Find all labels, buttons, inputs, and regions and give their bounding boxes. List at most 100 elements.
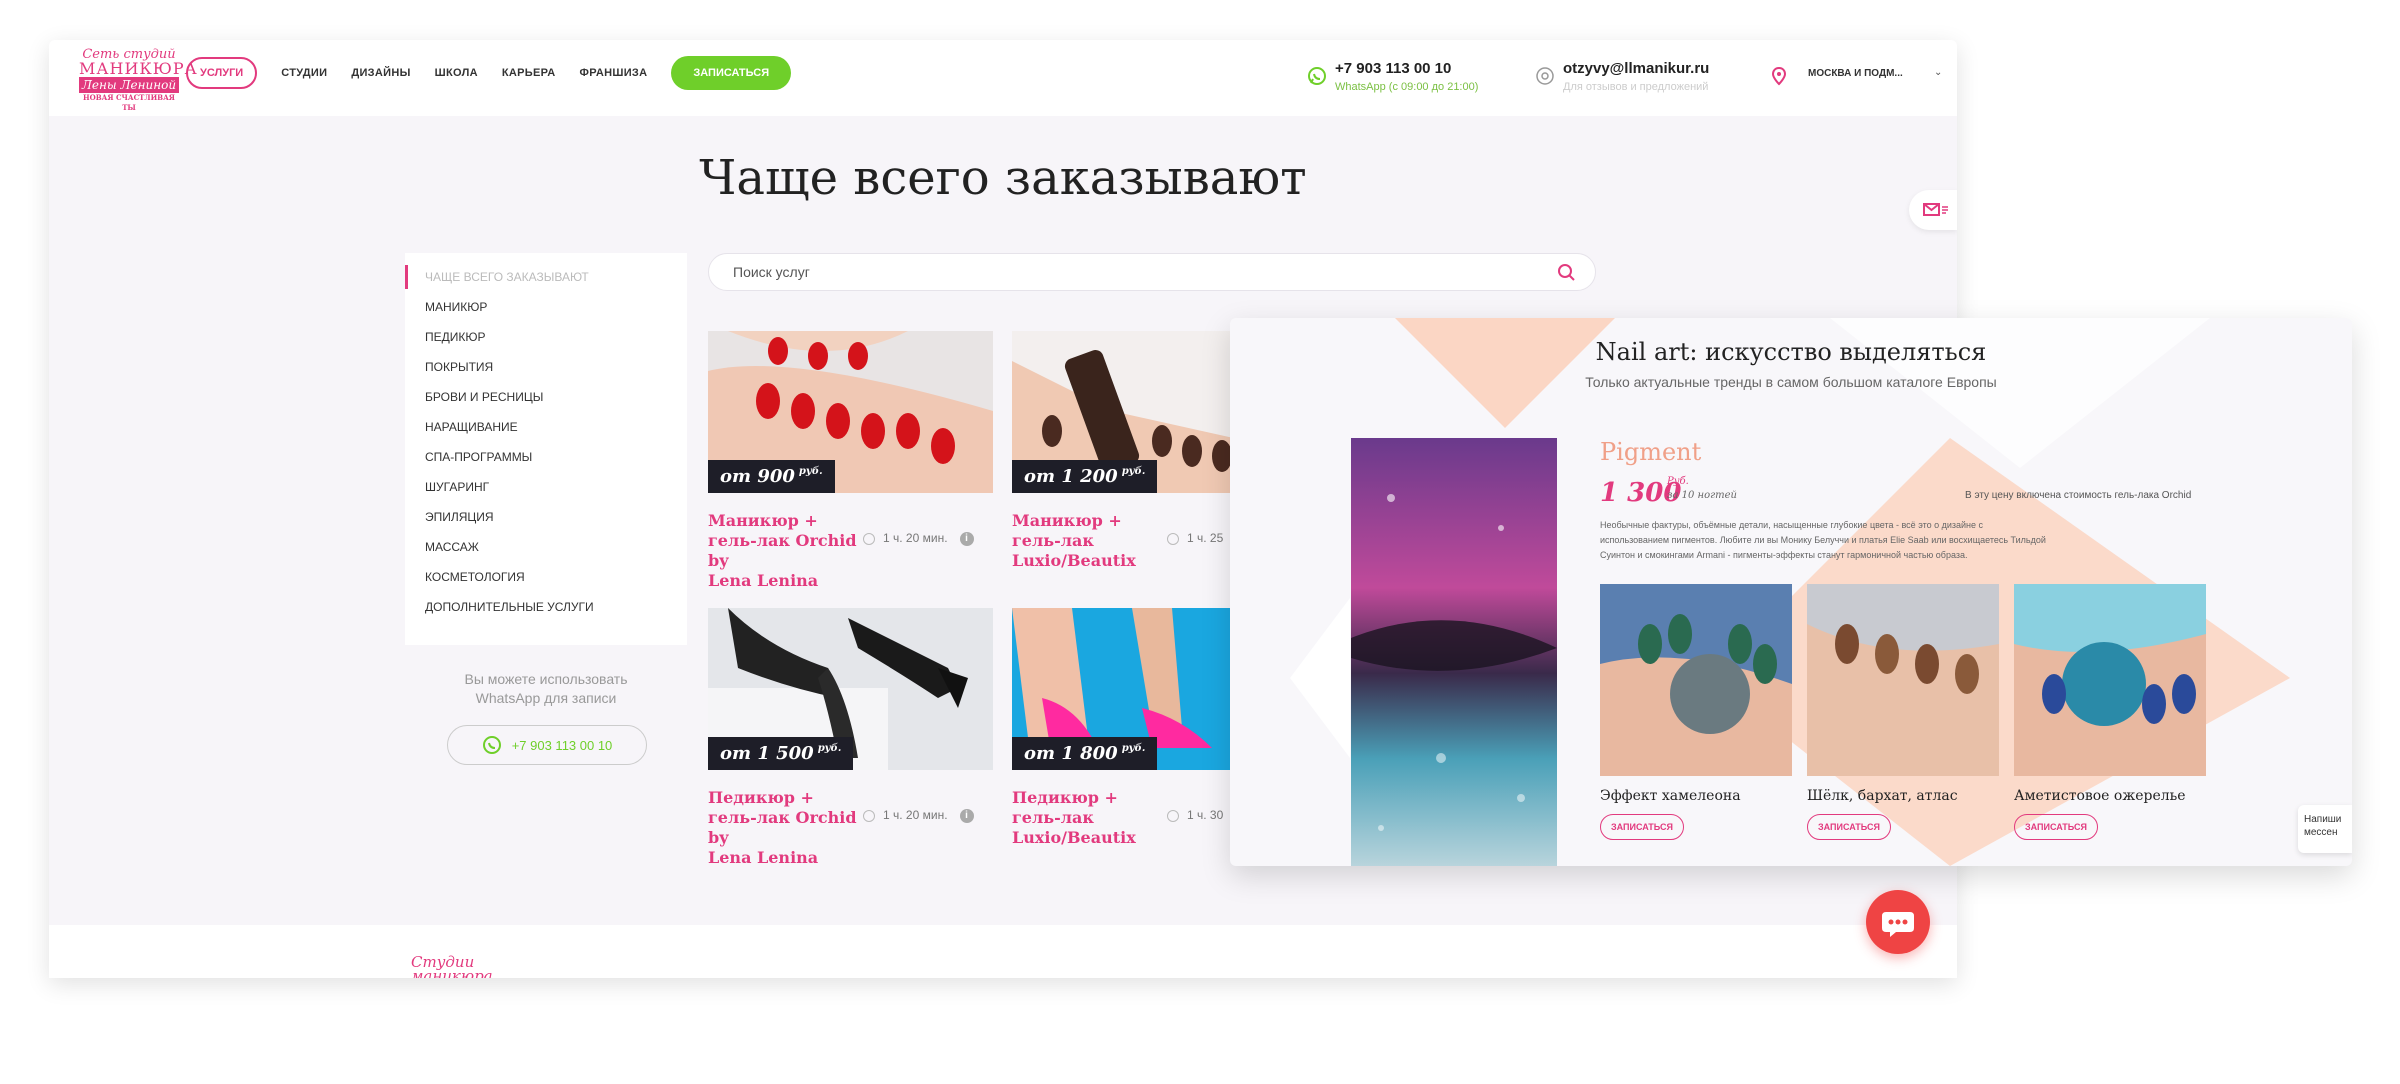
search-input[interactable] <box>731 263 1511 281</box>
whatsapp-icon <box>482 736 501 754</box>
design-image <box>1807 584 1999 776</box>
sidebar-item-sugaring[interactable]: ШУГАРИНГ <box>405 475 687 499</box>
logo-line3: Лены Лениной <box>79 77 179 93</box>
pigment-note: В эту цену включена стоимость гель-лака … <box>1965 490 2192 501</box>
glitter-eye-image <box>1351 438 1557 866</box>
email-icon <box>1536 67 1554 85</box>
nail-art-panel: Nail art: искусство выделяться Только ак… <box>1230 318 2352 866</box>
card-title[interactable]: Маникюр + гель-лак Luxio/Beautix <box>1012 511 1172 571</box>
whatsapp-button-label: +7 903 113 00 10 <box>511 737 613 753</box>
design-card[interactable]: Эффект хамелеона ЗАПИСАТЬСЯ <box>1600 584 1792 840</box>
logo[interactable]: Сеть студий МАНИКЮРА Лены Лениной НОВАЯ … <box>79 48 198 112</box>
pigment-currency: Руб. <box>1667 476 1689 487</box>
design-signup-button[interactable]: ЗАПИСАТЬСЯ <box>1600 814 1684 840</box>
card-price: от 1 200 руб. <box>1012 460 1158 493</box>
phone-block: +7 903 113 00 10 WhatsApp (с 09:00 до 21… <box>1335 60 1478 93</box>
sidebar-item-manicure[interactable]: МАНИКЮР <box>405 295 687 319</box>
sidebar-item-pedicure[interactable]: ПЕДИКЮР <box>405 325 687 349</box>
footer-logo[interactable]: Студии маникюра <box>411 955 493 979</box>
logo-tagline: НОВАЯ СЧАСТЛИВАЯ ТЫ <box>83 93 175 112</box>
messenger-line1: Напиши <box>2304 814 2342 825</box>
card-title[interactable]: Педикюр + гель-лак Orchid by Lena Lenina <box>708 788 868 868</box>
card-price: от 1 500 руб. <box>708 737 854 770</box>
whatsapp-hint: Вы можете использовать WhatsApp для запи… <box>405 670 687 708</box>
panel-title: Nail art: искусство выделяться <box>1595 338 1987 366</box>
card-image: от 1 500 руб. <box>708 608 993 770</box>
design-signup-button[interactable]: ЗАПИСАТЬСЯ <box>2014 814 2098 840</box>
card-price: от 1 800 руб. <box>1012 737 1158 770</box>
sidebar-item-epilation[interactable]: ЭПИЛЯЦИЯ <box>405 505 687 529</box>
sidebar-item-popular[interactable]: ЧАЩЕ ВСЕГО ЗАКАЗЫВАЮТ <box>405 265 687 289</box>
footer: Студии маникюра <box>49 925 1957 978</box>
card-duration: 1 ч. 20 мин. i <box>863 808 974 823</box>
sidebar-item-coatings[interactable]: ПОКРЫТИЯ <box>405 355 687 379</box>
clock-icon <box>863 809 875 822</box>
pigment-description: Необычные фактуры, объёмные детали, насы… <box>1600 520 2046 560</box>
design-name: Эффект хамелеона <box>1600 788 1741 804</box>
clock-icon <box>863 532 875 545</box>
email-note: Для отзывов и предложений <box>1563 81 1709 93</box>
search-bar <box>708 253 1596 291</box>
design-card[interactable]: Аметистовое ожерелье ЗАПИСАТЬСЯ <box>2014 584 2206 840</box>
header-email[interactable]: otzyvy@llmanikur.ru <box>1563 60 1709 77</box>
design-signup-button[interactable]: ЗАПИСАТЬСЯ <box>1807 814 1891 840</box>
page-title: Чаще всего заказывают <box>699 150 1307 206</box>
nav-services[interactable]: УСЛУГИ <box>186 57 258 89</box>
location-icon <box>1771 66 1787 86</box>
city-select[interactable]: МОСКВА И ПОДМ... <box>1808 68 1903 79</box>
sidebar-item-extra[interactable]: ДОПОЛНИТЕЛЬНЫЕ УСЛУГИ <box>405 595 687 619</box>
footer-logo-line2: маникюра <box>411 967 493 979</box>
main-nav: УСЛУГИ СТУДИИ ДИЗАЙНЫ ШКОЛА КАРЬЕРА ФРАН… <box>186 56 792 90</box>
design-card[interactable]: Шёлк, бархат, атлас ЗАПИСАТЬСЯ <box>1807 584 1999 840</box>
nav-career[interactable]: КАРЬЕРА <box>502 67 556 79</box>
whatsapp-icon <box>1308 67 1326 85</box>
card-duration: 1 ч. 30 <box>1167 808 1223 822</box>
service-card[interactable]: от 1 500 руб. Педикюр + гель-лак Orchid b… <box>708 608 993 867</box>
phone-note: WhatsApp (с 09:00 до 21:00) <box>1335 81 1479 93</box>
card-image: от 1 200 руб. <box>1012 331 1247 493</box>
sidebar-item-cosmetology[interactable]: КОСМЕТОЛОГИЯ <box>405 565 687 589</box>
header-phone[interactable]: +7 903 113 00 10 <box>1335 60 1478 77</box>
pigment-unit: за 10 ногтей <box>1667 490 1737 501</box>
panel-subtitle: Только актуальные тренды в самом большом… <box>1585 374 1997 390</box>
sidebar-item-spa[interactable]: СПА-ПРОГРАММЫ <box>405 445 687 469</box>
design-image <box>2014 584 2206 776</box>
messenger-widget[interactable]: Напиши мессен <box>2298 805 2352 853</box>
nav-franchise[interactable]: ФРАНШИЗА <box>580 67 648 79</box>
sidebar-item-brows[interactable]: БРОВИ И РЕСНИЦЫ <box>405 385 687 409</box>
design-name: Шёлк, бархат, атлас <box>1807 788 1958 804</box>
pigment-title: Pigment <box>1600 438 1702 466</box>
header: Сеть студий МАНИКЮРА Лены Лениной НОВАЯ … <box>49 40 1957 116</box>
card-duration: 1 ч. 20 мин. i <box>863 531 974 546</box>
sidebar-item-massage[interactable]: МАССАЖ <box>405 535 687 559</box>
whatsapp-hint-line1: Вы можете использовать <box>464 671 628 687</box>
card-title[interactable]: Маникюр + гель-лак Orchid by Lena Lenina <box>708 511 868 591</box>
search-icon[interactable] <box>1557 263 1577 283</box>
sidebar-item-extensions[interactable]: НАРАЩИВАНИЕ <box>405 415 687 439</box>
nav-studios[interactable]: СТУДИИ <box>281 67 327 79</box>
info-icon[interactable]: i <box>959 531 974 546</box>
category-sidebar: ЧАЩЕ ВСЕГО ЗАКАЗЫВАЮТ МАНИКЮР ПЕДИКЮР ПО… <box>405 253 687 645</box>
nav-school[interactable]: ШКОЛА <box>435 67 478 79</box>
logo-line2: МАНИКЮРА <box>79 59 198 78</box>
card-price: от 900 руб. <box>708 460 835 493</box>
design-name: Аметистовое ожерелье <box>2014 788 2186 804</box>
info-icon[interactable]: i <box>959 808 974 823</box>
card-image: от 900 руб. <box>708 331 993 493</box>
card-title[interactable]: Педикюр + гель-лак Luxio/Beautix <box>1012 788 1172 848</box>
clock-icon <box>1167 809 1179 822</box>
service-card[interactable]: от 1 800 руб. Педикюр + гель-лак Luxio/Bea… <box>1012 608 1247 848</box>
card-duration: 1 ч. 25 <box>1167 531 1223 545</box>
nav-designs[interactable]: ДИЗАЙНЫ <box>351 67 410 79</box>
clock-icon <box>1167 532 1179 545</box>
service-card[interactable]: от 900 руб. Маникюр + гель-лак Orchid by L… <box>708 331 993 590</box>
service-card[interactable]: от 1 200 руб. Маникюр + гель-лак Luxio/Bea… <box>1012 331 1247 571</box>
whatsapp-hint-line2: WhatsApp для записи <box>475 690 617 706</box>
design-image <box>1600 584 1792 776</box>
card-image: от 1 800 руб. <box>1012 608 1247 770</box>
chat-icon <box>1882 912 1914 937</box>
chat-button[interactable] <box>1866 890 1930 954</box>
signup-button[interactable]: ЗАПИСАТЬСЯ <box>671 56 792 90</box>
whatsapp-button[interactable]: +7 903 113 00 10 <box>447 725 647 765</box>
chevron-down-icon[interactable]: ⌄ <box>1934 67 1942 78</box>
